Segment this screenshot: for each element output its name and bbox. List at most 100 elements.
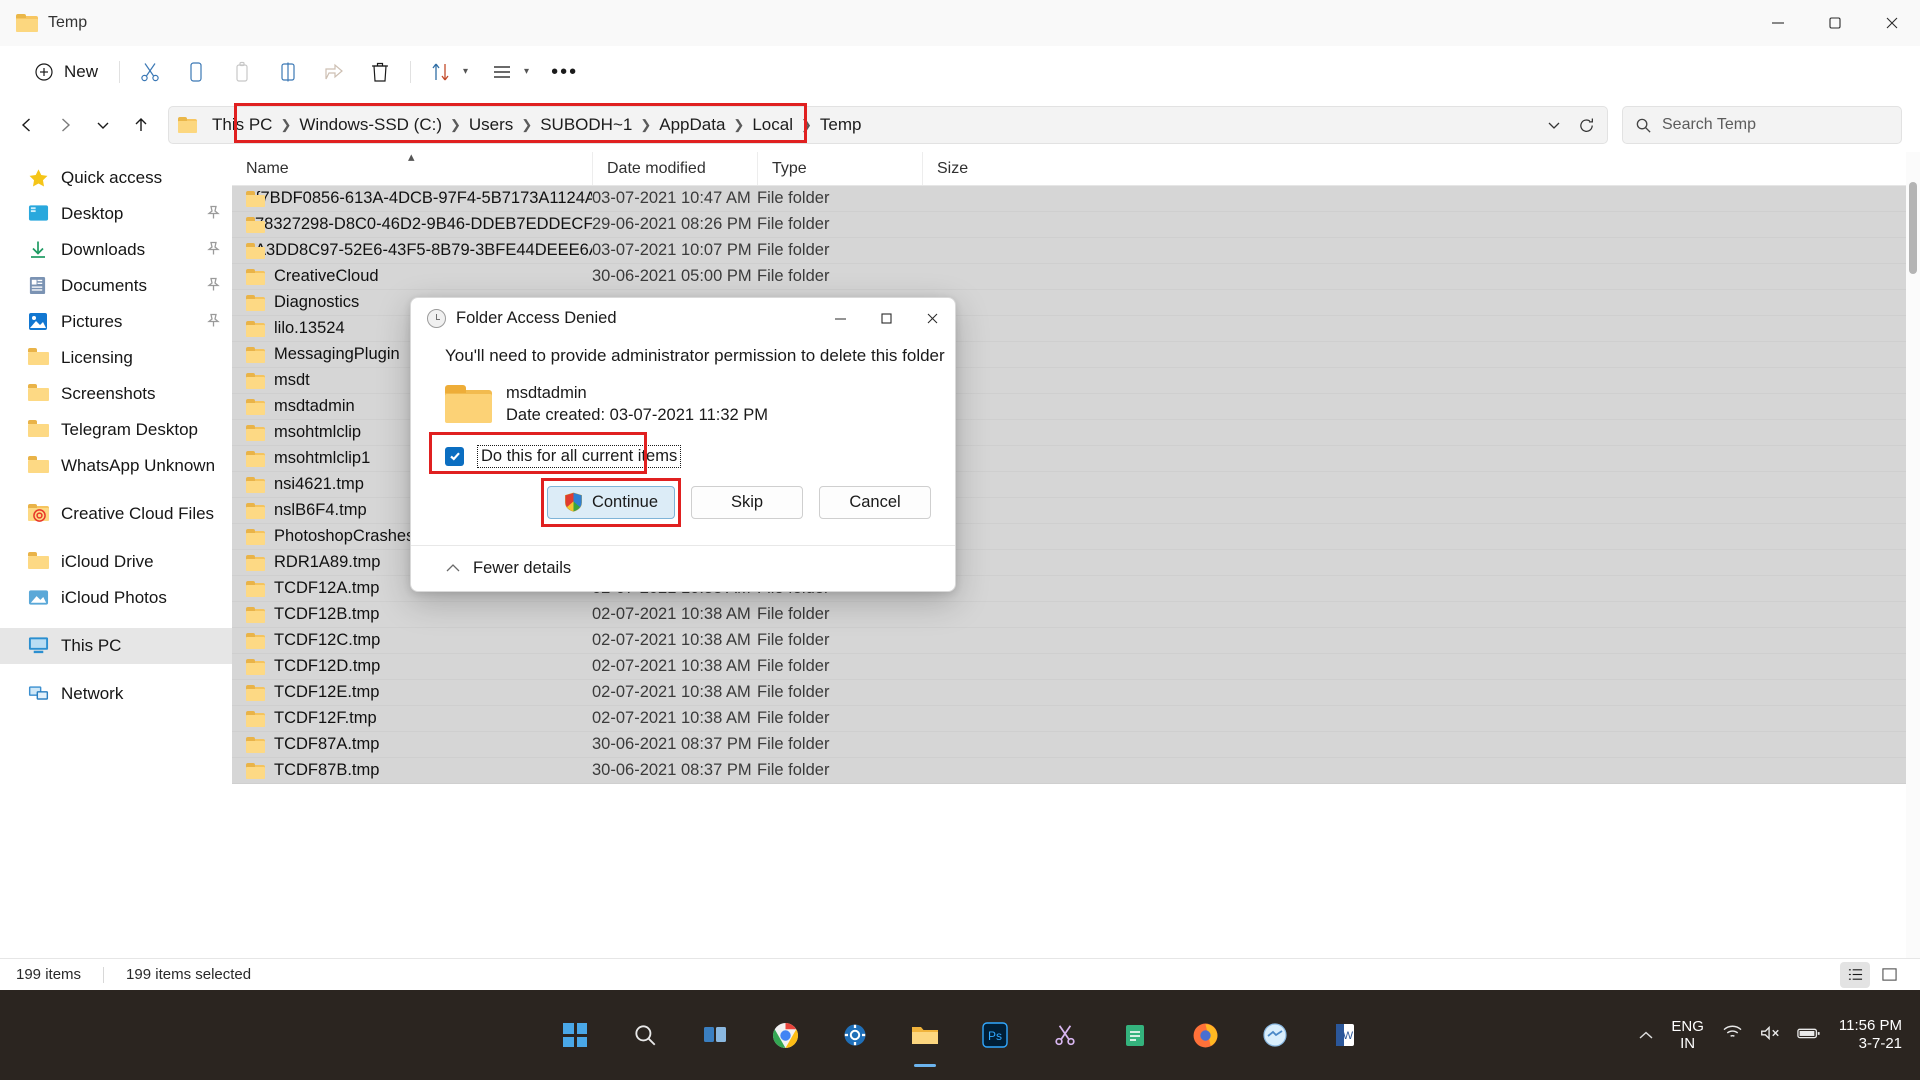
close-button[interactable]	[1863, 0, 1920, 46]
word-app[interactable]: W	[1323, 1013, 1367, 1057]
sidebar-item-pictures[interactable]: Pictures	[0, 304, 232, 340]
sidebar-item-whatsapp-unknown[interactable]: WhatsApp Unknown	[0, 448, 232, 484]
table-row[interactable]: TCDF12E.tmp 02-07-2021 10:38 AM File folde…	[232, 680, 1920, 706]
sidebar-item-licensing[interactable]: Licensing	[0, 340, 232, 376]
gear-icon	[844, 1024, 866, 1046]
sidebar-item-telegram-desktop[interactable]: Telegram Desktop	[0, 412, 232, 448]
dialog-maximize-button[interactable]	[863, 298, 909, 338]
back-button[interactable]	[8, 106, 46, 144]
language-indicator[interactable]: ENG IN	[1671, 1018, 1704, 1053]
table-row[interactable]: TCDF87B.tmp 30-06-2021 08:37 PM File folde…	[232, 758, 1920, 784]
breadcrumb-item[interactable]: SUBODH~1	[533, 110, 639, 140]
vertical-scrollbar[interactable]	[1906, 152, 1920, 958]
dialog-title: Folder Access Denied	[456, 308, 617, 327]
paste-button[interactable]	[219, 53, 265, 91]
breadcrumb-item[interactable]: AppData	[652, 110, 732, 140]
forward-button[interactable]	[46, 106, 84, 144]
checkbox-box[interactable]	[445, 446, 464, 466]
address-bar[interactable]: This PC ❯ Windows-SSD (C:) ❯ Users ❯ SUBODH~1 ❯…	[168, 106, 1608, 144]
breadcrumb-item[interactable]: This PC	[205, 110, 279, 140]
sidebar-item-network[interactable]: Network	[0, 676, 232, 712]
more-options-button[interactable]: •••	[540, 53, 589, 91]
task-view-button[interactable]	[693, 1013, 737, 1057]
date-modified-cell: 29-06-2021 08:26 PM	[592, 215, 752, 233]
table-row[interactable]: TCDF87A.tmp 30-06-2021 08:37 PM File folde…	[232, 732, 1920, 758]
photoshop-app[interactable]: Ps	[973, 1013, 1017, 1057]
search-icon	[635, 1025, 656, 1046]
folder-icon	[246, 658, 265, 675]
chevron-down-icon: ▾	[463, 66, 469, 77]
sort-button[interactable]: ▾	[418, 53, 479, 91]
sidebar-item-creative-cloud-files[interactable]: Creative Cloud Files	[0, 496, 232, 532]
rename-button[interactable]	[265, 53, 311, 91]
column-header-date-modified[interactable]: Date modified	[592, 152, 757, 185]
details-view-button[interactable]	[1840, 961, 1870, 988]
column-header-name[interactable]: Name ▴	[232, 149, 592, 185]
sidebar-item-screenshots[interactable]: Screenshots	[0, 376, 232, 412]
sidebar-item-documents[interactable]: Documents	[0, 268, 232, 304]
sidebar-item-downloads[interactable]: Downloads	[0, 232, 232, 268]
delete-button[interactable]	[357, 53, 403, 91]
table-row[interactable]: TCDF12C.tmp 02-07-2021 10:38 AM File folde…	[232, 628, 1920, 654]
sidebar-item-desktop[interactable]: Desktop	[0, 196, 232, 232]
battery-icon[interactable]	[1797, 1025, 1821, 1045]
messenger-app[interactable]	[1253, 1013, 1297, 1057]
cut-button[interactable]	[127, 53, 173, 91]
fewer-details-link[interactable]: Fewer details	[473, 559, 571, 578]
scrollbar-thumb[interactable]	[1909, 182, 1917, 274]
share-button[interactable]	[311, 53, 357, 91]
view-button[interactable]: ▾	[479, 53, 540, 91]
up-button[interactable]	[122, 106, 160, 144]
copy-button[interactable]	[173, 53, 219, 91]
file-explorer-app[interactable]	[903, 1013, 947, 1067]
clock[interactable]: 11:56 PM 3-7-21	[1839, 1017, 1902, 1053]
skip-button[interactable]: Skip	[691, 485, 803, 519]
column-header-name-label: Name	[246, 159, 289, 177]
settings-app[interactable]	[833, 1013, 877, 1057]
table-row[interactable]: TCDF12B.tmp 02-07-2021 10:38 AM File folde…	[232, 602, 1920, 628]
table-row[interactable]: {7BDF0856-613A-4DCB-97F4-5B7173A1124A} 03…	[232, 186, 1920, 212]
dialog-minimize-button[interactable]	[817, 298, 863, 338]
divider	[119, 61, 121, 83]
minimize-button[interactable]	[1749, 0, 1806, 46]
file-name-cell: CreativeCloud	[232, 267, 592, 286]
recent-locations-button[interactable]	[84, 106, 122, 144]
refresh-button[interactable]	[1571, 110, 1601, 140]
table-row[interactable]: TCDF12D.tmp 02-07-2021 10:38 AM File folde…	[232, 654, 1920, 680]
table-row[interactable]: TCDF12F.tmp 02-07-2021 10:38 AM File folde…	[232, 706, 1920, 732]
do-this-for-all-checkbox[interactable]: Do this for all current items	[429, 431, 682, 474]
dialog-close-button[interactable]	[909, 298, 955, 338]
date-created-value: 03-07-2021 11:32 PM	[609, 406, 769, 425]
continue-button[interactable]: Continue	[547, 485, 675, 519]
cancel-button[interactable]: Cancel	[819, 485, 931, 519]
notes-app[interactable]	[1113, 1013, 1157, 1057]
breadcrumb-item[interactable]: Temp	[813, 110, 869, 140]
search-button[interactable]	[623, 1013, 667, 1057]
type-cell: File folder	[757, 761, 830, 779]
language-line2: IN	[1680, 1035, 1696, 1052]
sidebar-item-icloud-drive[interactable]: iCloud Drive	[0, 544, 232, 580]
previous-locations-button[interactable]	[1539, 110, 1569, 140]
new-button[interactable]: New	[22, 53, 112, 91]
search-box[interactable]: Search Temp	[1622, 106, 1902, 144]
sidebar-item-icloud-photos[interactable]: iCloud Photos	[0, 580, 232, 616]
table-row[interactable]: 78327298-D8C0-46D2-9B46-DDEB7EDDECF8 29-0…	[232, 212, 1920, 238]
breadcrumb-item[interactable]: Users	[462, 110, 520, 140]
chrome-app[interactable]	[763, 1013, 807, 1057]
column-header-type[interactable]: Type	[757, 152, 922, 185]
wifi-icon[interactable]	[1722, 1024, 1743, 1046]
table-row[interactable]: CreativeCloud 30-06-2021 05:00 PM File fol…	[232, 264, 1920, 290]
breadcrumb-item[interactable]: Windows-SSD (C:)	[292, 110, 449, 140]
table-row[interactable]: A3DD8C97-52E6-43F5-8B79-3BFE44DEEE6A 03-0…	[232, 238, 1920, 264]
large-icons-view-button[interactable]	[1874, 962, 1904, 988]
maximize-button[interactable]	[1806, 0, 1863, 46]
breadcrumb-item[interactable]: Local	[745, 110, 800, 140]
tray-overflow-button[interactable]	[1639, 1027, 1653, 1043]
volume-mute-icon[interactable]	[1759, 1024, 1781, 1047]
column-header-size[interactable]: Size	[922, 152, 1032, 185]
sidebar-item-this-pc[interactable]: This PC	[0, 628, 232, 664]
sidebar-item-quick-access[interactable]: Quick access	[0, 160, 232, 196]
firefox-app[interactable]	[1183, 1013, 1227, 1057]
start-button[interactable]	[553, 1013, 597, 1057]
snipping-tool-app[interactable]	[1043, 1013, 1087, 1057]
